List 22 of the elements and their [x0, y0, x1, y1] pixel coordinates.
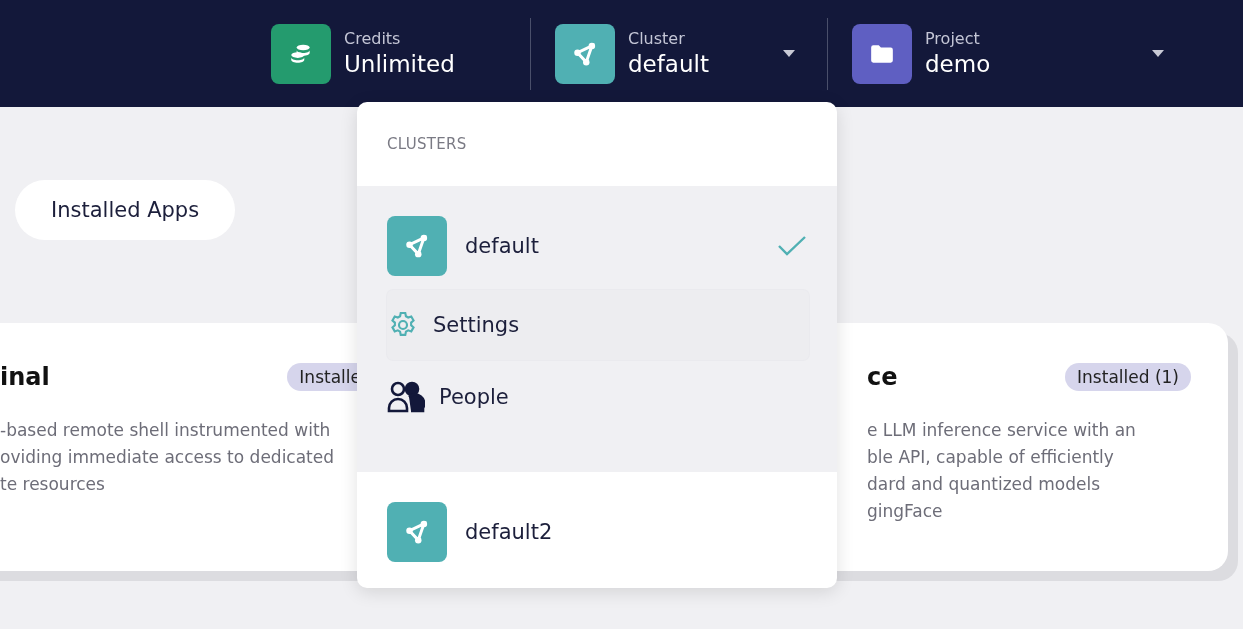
- menu-heading: CLUSTERS: [386, 134, 468, 155]
- people-icon: [387, 381, 425, 413]
- installed-apps-button[interactable]: Installed Apps: [15, 180, 236, 240]
- header-label: Project: [925, 28, 981, 49]
- credits-selector[interactable]: Credits Unlimited: [271, 23, 506, 84]
- cluster-selector[interactable]: Cluster default: [555, 23, 795, 84]
- caret-icon[interactable]: [1152, 49, 1164, 58]
- status-badge: Installed (1): [1065, 363, 1191, 391]
- card-description: e LLM inference service with an ble API, capable of efficiently dard and quantized models gingFace: [867, 419, 1137, 523]
- header-value: default: [628, 49, 710, 79]
- card-title: ce: [867, 363, 898, 391]
- card-description: -based remote shell instrumented with oviding immediate access to dedicated te resources: [0, 419, 336, 496]
- project-selector[interactable]: Project demo: [852, 23, 1164, 84]
- check-icon: [777, 235, 807, 257]
- caret-icon[interactable]: [783, 49, 795, 58]
- cluster-option[interactable]: default: [387, 216, 807, 276]
- header-value: Unlimited: [344, 49, 456, 79]
- header-label: Credits: [344, 28, 402, 49]
- menu-item[interactable]: Settings: [387, 290, 809, 360]
- header-label: Cluster: [628, 28, 686, 49]
- header-value: demo: [925, 49, 992, 79]
- card-title: inal: [0, 363, 50, 391]
